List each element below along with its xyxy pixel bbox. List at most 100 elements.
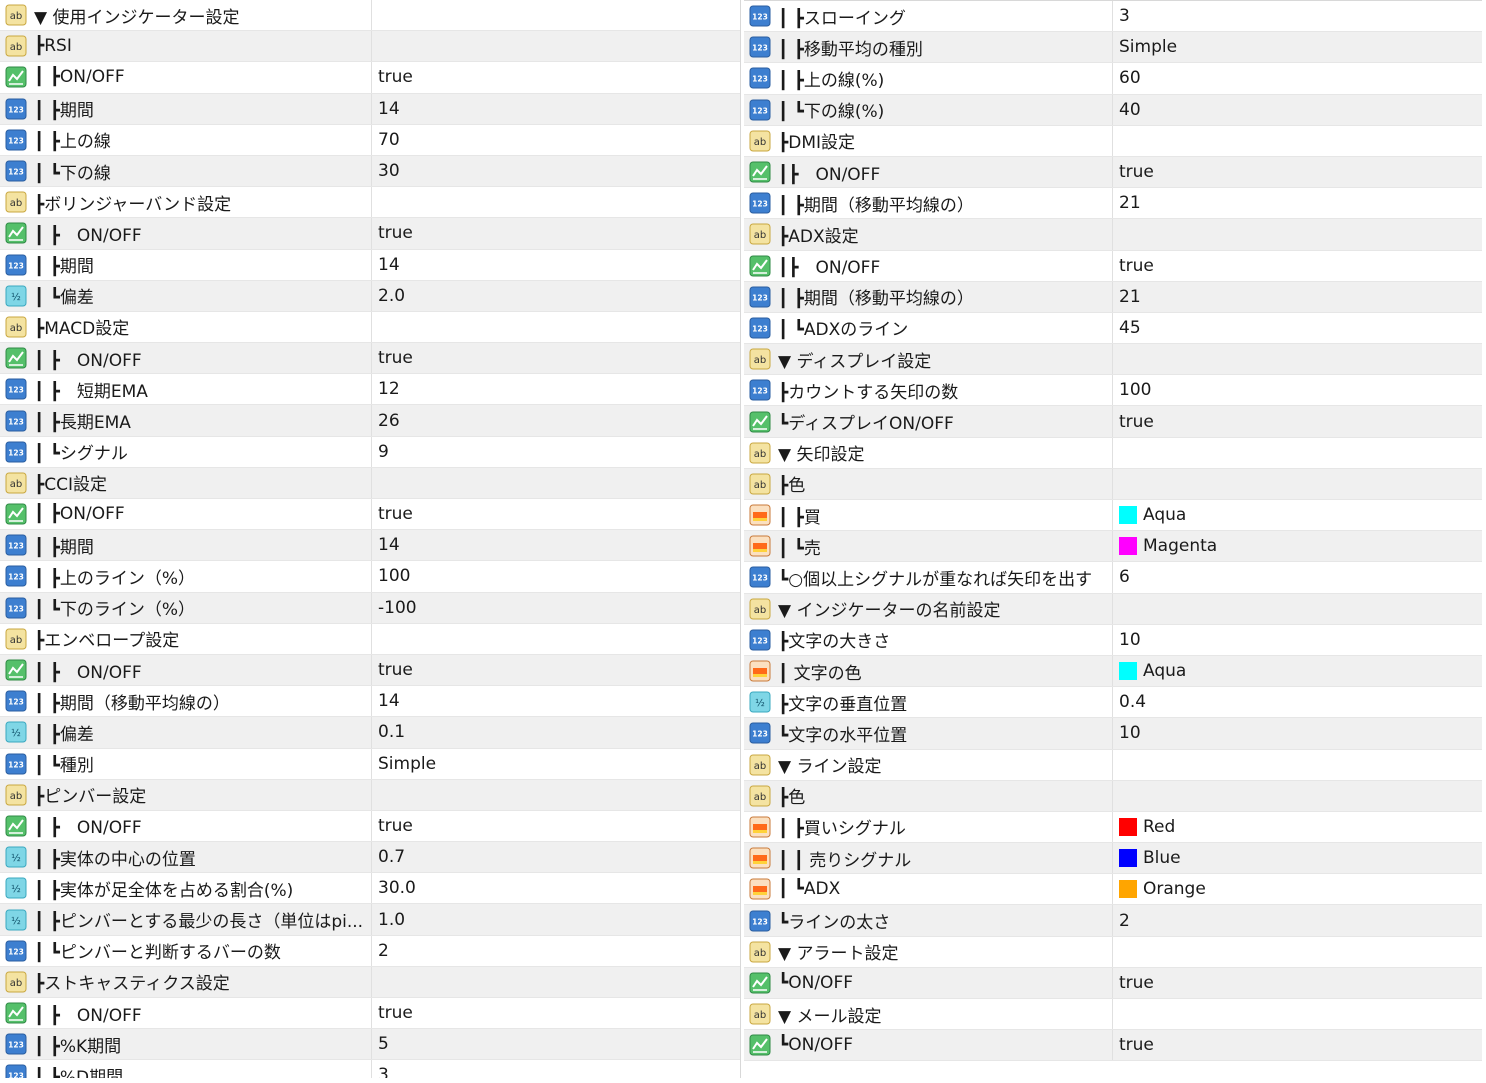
input-row[interactable]: 123 ┃ ┣期間（移動平均線の） 14 xyxy=(0,686,740,718)
input-row[interactable]: 123 ┃ ┣長期EMA 26 xyxy=(0,405,740,437)
input-value[interactable]: 60 xyxy=(1113,63,1482,93)
input-value[interactable]: true xyxy=(372,655,740,685)
input-value[interactable]: 9 xyxy=(372,437,740,467)
input-value[interactable]: true xyxy=(372,811,740,841)
input-value[interactable]: 3 xyxy=(1113,1,1482,31)
input-value[interactable]: true xyxy=(372,62,740,92)
input-row[interactable]: ┃ ┣ON/OFF true xyxy=(0,62,740,94)
input-row[interactable]: 123 ┃ ┣上の線 70 xyxy=(0,124,740,156)
input-row[interactable]: ab ┣CCI設定 xyxy=(0,467,740,499)
input-value[interactable]: 2.0 xyxy=(372,281,740,311)
input-value[interactable]: 0.1 xyxy=(372,717,740,747)
input-row[interactable]: ab ┣色 xyxy=(744,468,1482,500)
input-row[interactable]: 123 ┃ ┣期間（移動平均線の） 21 xyxy=(744,188,1482,220)
input-row[interactable]: ┃ ┣ ON/OFF true xyxy=(0,343,740,375)
input-row[interactable]: ┃ ┣ ON/OFF true xyxy=(0,654,740,687)
input-value[interactable]: Orange xyxy=(1113,874,1482,904)
input-value[interactable] xyxy=(1113,999,1482,1029)
input-value[interactable]: 10 xyxy=(1113,625,1482,655)
input-value[interactable]: true xyxy=(1113,251,1482,281)
input-row[interactable]: ab ▼ アラート設定 xyxy=(744,936,1482,968)
input-value[interactable] xyxy=(1113,219,1482,249)
input-row[interactable]: ab ┣DMI設定 xyxy=(744,125,1482,157)
input-value[interactable]: Aqua xyxy=(1113,656,1482,686)
input-row[interactable]: 123 ┗ラインの太さ 2 xyxy=(744,905,1482,937)
input-value[interactable] xyxy=(1113,469,1482,499)
input-value[interactable]: 1.0 xyxy=(372,904,740,934)
input-value[interactable] xyxy=(1113,344,1482,374)
input-row[interactable]: ½ ┃ ┣ピンバーとする最少の長さ（単位はpi... 1.0 xyxy=(0,904,740,936)
input-row[interactable]: 123 ┃ ┗下のライン（%） -100 xyxy=(0,592,740,624)
input-row[interactable]: 123 ┣カウントする矢印の数 100 xyxy=(744,375,1482,407)
input-row[interactable]: ½ ┃ ┗偏差 2.0 xyxy=(0,280,740,312)
input-row[interactable]: ┃ ┣買 Aqua xyxy=(744,500,1482,532)
input-row[interactable]: ┃ ┃ 売りシグナル Blue xyxy=(744,843,1482,875)
input-row[interactable]: ┃ ┣ ON/OFF true xyxy=(0,810,740,843)
input-row[interactable]: ┃ ┣買いシグナル Red xyxy=(744,811,1482,844)
input-row[interactable]: 123 ┗文字の水平位置 10 xyxy=(744,718,1482,750)
input-value[interactable]: 40 xyxy=(1113,95,1482,125)
input-value[interactable]: Simple xyxy=(372,749,740,779)
input-value[interactable]: true xyxy=(372,218,740,248)
input-row[interactable]: ½ ┃ ┣偏差 0.1 xyxy=(0,717,740,749)
input-value[interactable]: Magenta xyxy=(1113,531,1482,561)
input-value[interactable]: 30 xyxy=(372,156,740,186)
input-value[interactable] xyxy=(372,780,740,810)
input-value[interactable] xyxy=(1113,750,1482,780)
input-row[interactable]: ab ▼ ディスプレイ設定 xyxy=(744,344,1482,376)
input-value[interactable] xyxy=(372,187,740,217)
input-row[interactable]: 123 ┃ ┗下の線(%) 40 xyxy=(744,94,1482,126)
input-row[interactable]: 123 ┃ ┗ADXのライン 45 xyxy=(744,312,1482,345)
input-row[interactable]: ab ┣ボリンジャーバンド設定 xyxy=(0,187,740,219)
input-row[interactable]: 123 ┗○個以上シグナルが重なれば矢印を出す 6 xyxy=(744,562,1482,594)
input-row[interactable]: ┃ 文字の色 Aqua xyxy=(744,655,1482,688)
input-row[interactable]: ab ▼ メール設定 xyxy=(744,999,1482,1031)
input-row[interactable]: ab ┣ストキャスティクス設定 xyxy=(0,966,740,998)
input-value[interactable]: 2 xyxy=(372,936,740,966)
input-row[interactable]: ┃ ┗ADX Orange xyxy=(744,874,1482,906)
input-row[interactable]: ┃ ┣ ON/OFF true xyxy=(0,218,740,250)
input-value[interactable]: Red xyxy=(1113,812,1482,842)
input-row[interactable]: ┗ディスプレイON/OFF true xyxy=(744,406,1482,438)
input-value[interactable]: 30.0 xyxy=(372,873,740,903)
input-row[interactable]: 123 ┃ ┗ピンバーと判断するバーの数 2 xyxy=(0,935,740,967)
input-value[interactable] xyxy=(1113,937,1482,967)
input-row[interactable]: ┃ ┣ON/OFF true xyxy=(0,499,740,531)
input-row[interactable]: 123 ┃ ┗下の線 30 xyxy=(0,155,740,188)
input-value[interactable] xyxy=(1113,594,1482,624)
input-value[interactable]: -100 xyxy=(372,593,740,623)
input-row[interactable]: ab ▼ 矢印設定 xyxy=(744,437,1482,469)
input-row[interactable]: ab ┣RSI xyxy=(0,31,740,63)
input-value[interactable]: 14 xyxy=(372,94,740,124)
input-row[interactable]: ab ┣MACD設定 xyxy=(0,311,740,344)
input-value[interactable] xyxy=(1113,781,1482,811)
input-value[interactable] xyxy=(372,31,740,61)
input-row[interactable]: 123 ┃ ┣%K期間 5 xyxy=(0,1029,740,1061)
input-row[interactable]: 123 ┣文字の大きさ 10 xyxy=(744,624,1482,656)
input-value[interactable]: 70 xyxy=(372,125,740,155)
input-value[interactable]: 12 xyxy=(372,374,740,404)
input-value[interactable]: 2 xyxy=(1113,905,1482,935)
input-value[interactable] xyxy=(372,967,740,997)
input-value[interactable]: true xyxy=(1113,157,1482,187)
input-row[interactable]: ab ▼ インジケーターの名前設定 xyxy=(744,593,1482,625)
input-row[interactable]: ab ┣ピンバー設定 xyxy=(0,779,740,811)
input-row[interactable]: 123 ┃ ┣期間 14 xyxy=(0,530,740,562)
input-row[interactable]: 123 ┃ ┣移動平均の種別 Simple xyxy=(744,32,1482,64)
input-row[interactable]: ┃┣ ON/OFF true xyxy=(744,250,1482,282)
input-value[interactable]: Aqua xyxy=(1113,500,1482,530)
input-value[interactable]: 0.7 xyxy=(372,842,740,872)
input-row[interactable]: 123 ┃ ┣スローイング 3 xyxy=(744,1,1482,33)
input-value[interactable]: 0.4 xyxy=(1113,687,1482,717)
input-row[interactable]: 123 ┃ ┣期間 14 xyxy=(0,249,740,281)
input-value[interactable]: true xyxy=(372,343,740,373)
input-value[interactable]: 3 xyxy=(372,1060,740,1078)
input-value[interactable]: Blue xyxy=(1113,843,1482,873)
input-value[interactable]: Simple xyxy=(1113,32,1482,62)
input-row[interactable]: 123 ┃ ┣期間 14 xyxy=(0,93,740,125)
input-row[interactable]: ab ┣ADX設定 xyxy=(744,219,1482,251)
input-row[interactable]: ┗ON/OFF true xyxy=(744,967,1482,999)
input-value[interactable] xyxy=(372,0,740,30)
input-row[interactable]: ab ┣エンベロープ設定 xyxy=(0,623,740,655)
input-row[interactable]: 123 ┃ ┗シグナル 9 xyxy=(0,436,740,468)
